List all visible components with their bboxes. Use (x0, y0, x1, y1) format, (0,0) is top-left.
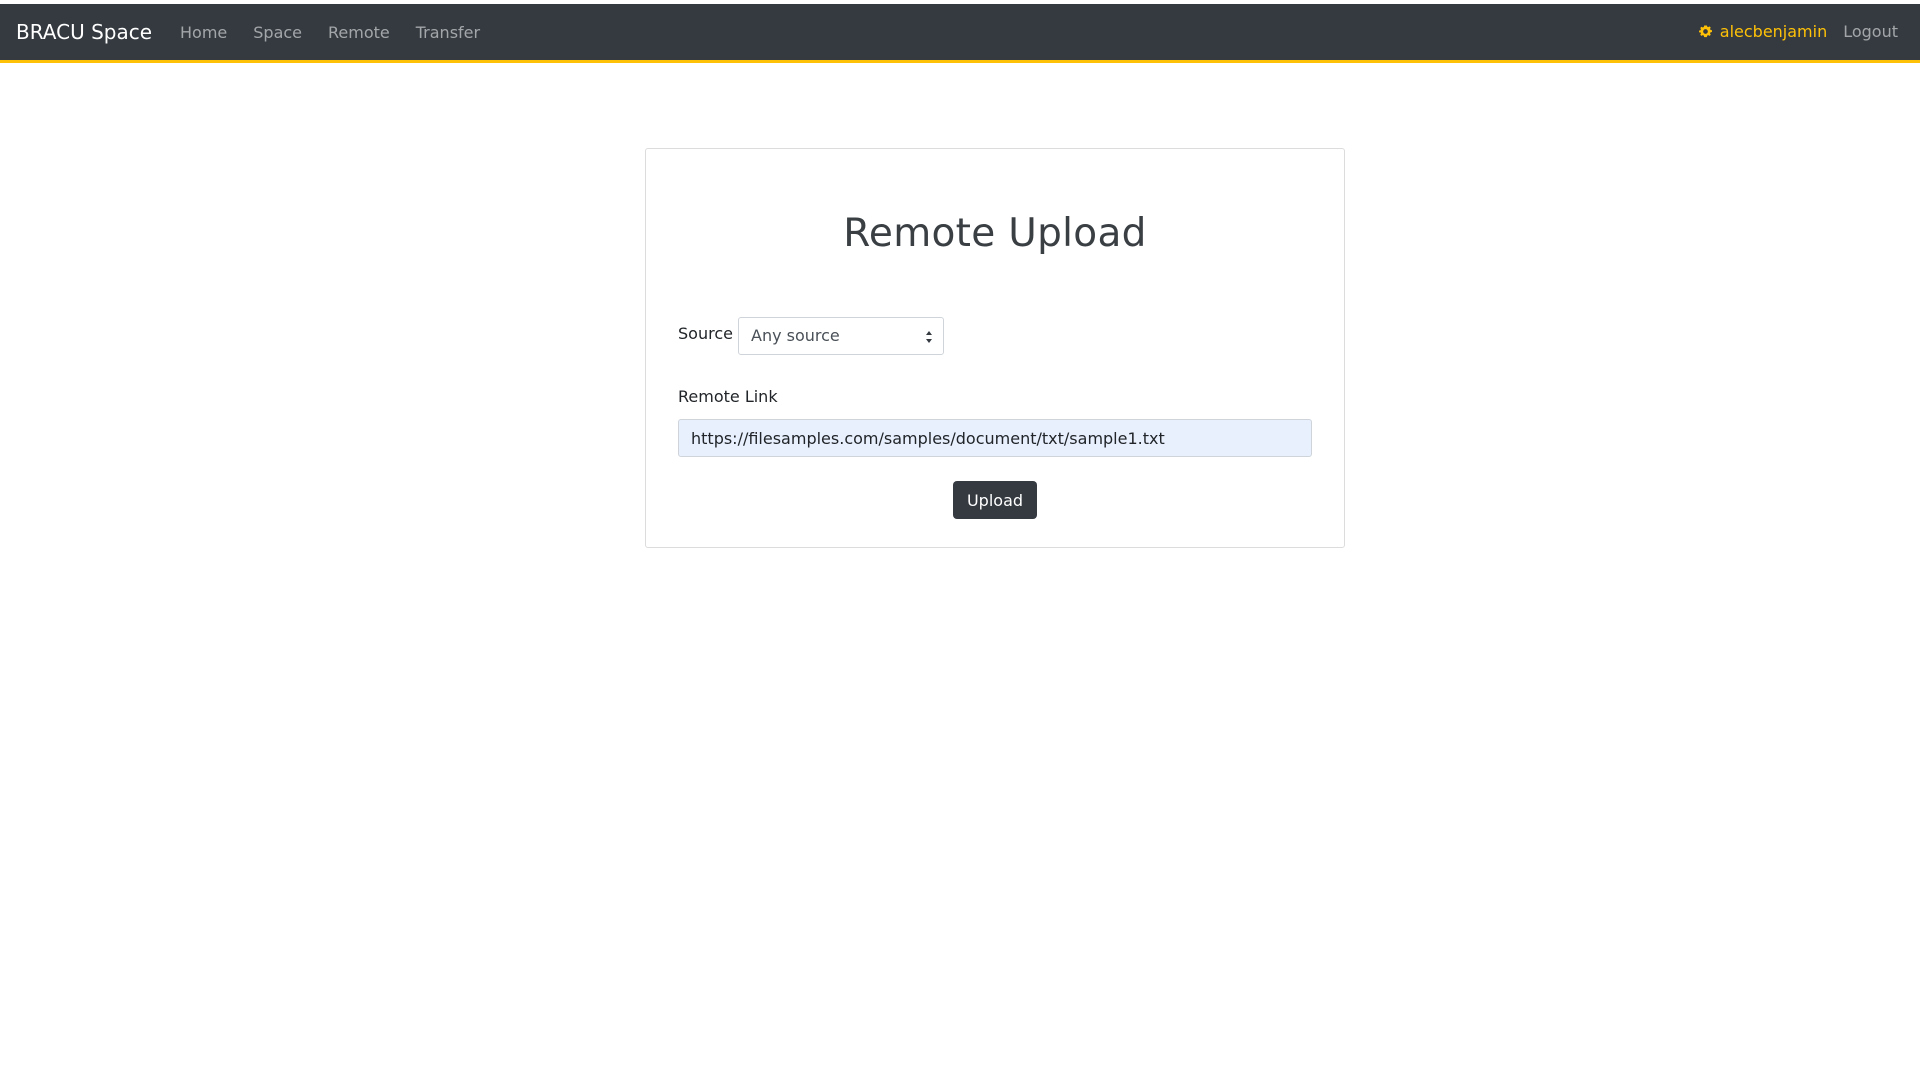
nav-home-link[interactable]: Home (180, 23, 227, 42)
top-navbar: BRACU Space Home Space Remote Transfer a… (0, 4, 1920, 63)
logout-link[interactable]: Logout (1843, 22, 1898, 41)
username: alecbenjamin (1719, 22, 1828, 41)
source-label: Source (678, 324, 733, 343)
nav-transfer-link[interactable]: Transfer (416, 23, 480, 42)
page-title: Remote Upload (843, 211, 1147, 256)
remote-upload-card: Remote Upload Source Any source Remote L… (645, 148, 1345, 548)
nav-space-link[interactable]: Space (253, 23, 302, 42)
sort-arrows-icon (926, 331, 932, 343)
nav-remote-link[interactable]: Remote (328, 23, 390, 42)
upload-button[interactable]: Upload (953, 481, 1037, 519)
remote-link-label: Remote Link (678, 387, 778, 406)
gear-icon (1698, 25, 1712, 38)
remote-link-input[interactable] (678, 419, 1312, 457)
user-menu[interactable]: alecbenjamin (1698, 22, 1827, 41)
source-select[interactable]: Any source (738, 317, 944, 355)
nav-links: Home Space Remote Transfer (180, 23, 480, 42)
nav-right: alecbenjamin Logout (1698, 22, 1898, 41)
source-selected-value: Any source (751, 326, 840, 345)
brand-logo[interactable]: BRACU Space (16, 20, 152, 44)
